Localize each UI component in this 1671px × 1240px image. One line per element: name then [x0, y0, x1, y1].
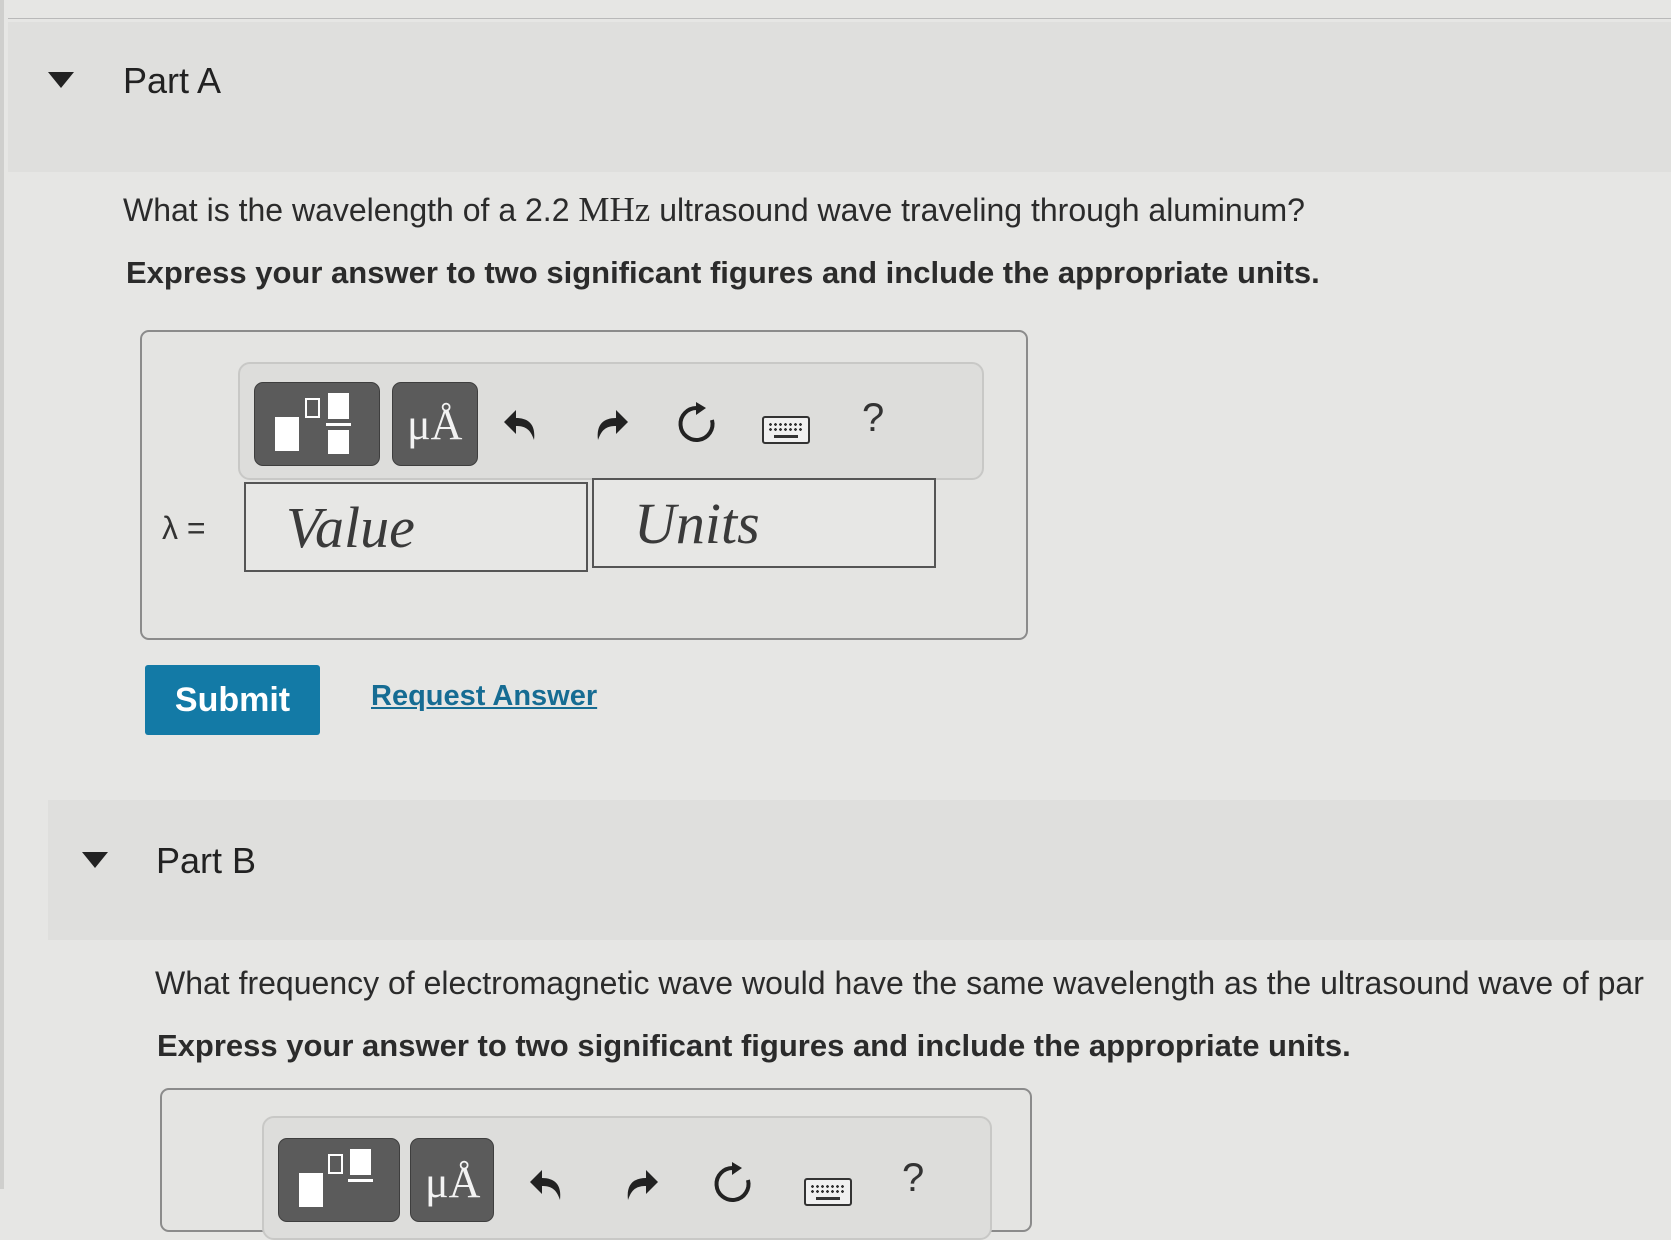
help-icon[interactable]: ? [862, 398, 884, 438]
answer-box: μÅ ? λ = Value Units [140, 330, 1028, 640]
part-a-header[interactable] [8, 22, 1671, 172]
collapse-caret-icon[interactable] [48, 72, 74, 88]
page-edge [0, 0, 4, 1189]
units-input[interactable]: Units [592, 478, 936, 568]
value-input[interactable]: Value [244, 482, 588, 572]
undo-icon[interactable] [502, 402, 542, 446]
value-placeholder: Value [286, 495, 415, 560]
fraction-templates-icon [275, 393, 351, 454]
math-toolbar-b: μÅ ? [262, 1116, 992, 1240]
keyboard-icon[interactable] [762, 416, 810, 444]
part-a-instruction: Express your answer to two significant f… [126, 255, 1320, 290]
part-a-question: What is the wavelength of a 2.2 MHz ultr… [123, 190, 1305, 229]
keyboard-icon[interactable] [804, 1178, 852, 1206]
help-icon[interactable]: ? [902, 1158, 924, 1198]
templates-button[interactable] [278, 1138, 400, 1222]
divider [8, 18, 1671, 19]
math-toolbar: μÅ ? [238, 362, 984, 480]
request-answer-link[interactable]: Request Answer [371, 680, 597, 713]
submit-button[interactable]: Submit [145, 665, 320, 735]
answer-box-b: μÅ ? [160, 1088, 1032, 1240]
units-placeholder: Units [634, 491, 760, 556]
reset-icon[interactable] [710, 1160, 756, 1206]
units-button[interactable]: μÅ [392, 382, 478, 466]
templates-button[interactable] [254, 382, 380, 466]
reset-icon[interactable] [674, 400, 720, 446]
redo-icon[interactable] [620, 1162, 660, 1206]
units-label: μÅ [407, 400, 463, 449]
part-a-title: Part A [123, 60, 222, 101]
part-b-question: What frequency of electromagnetic wave w… [155, 965, 1644, 1001]
variable-label: λ = [162, 510, 206, 546]
units-label: μÅ [425, 1158, 481, 1207]
fraction-templates-icon [299, 1149, 373, 1207]
units-button[interactable]: μÅ [410, 1138, 494, 1222]
collapse-caret-icon[interactable] [82, 852, 108, 868]
part-b-header[interactable] [48, 800, 1671, 940]
undo-icon[interactable] [528, 1162, 568, 1206]
part-b-title: Part B [156, 840, 257, 881]
part-b-instruction: Express your answer to two significant f… [157, 1028, 1351, 1063]
redo-icon[interactable] [590, 402, 630, 446]
